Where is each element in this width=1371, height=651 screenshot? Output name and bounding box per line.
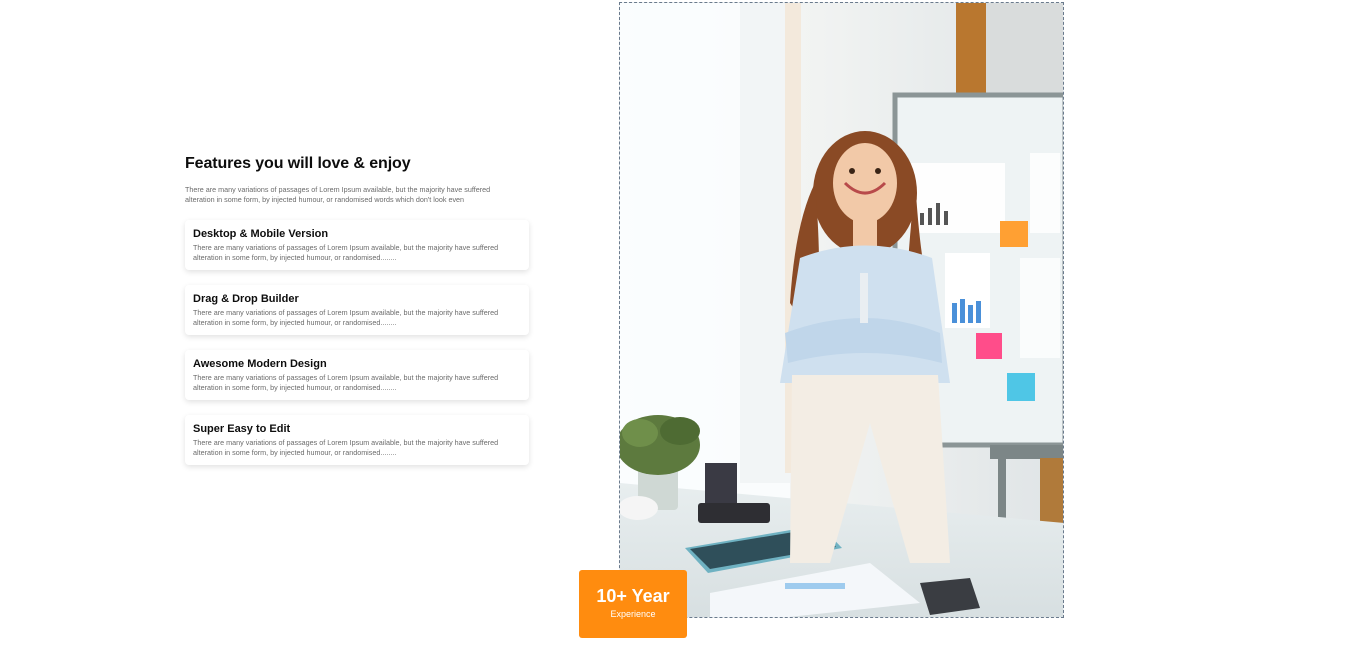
photo-illustration bbox=[620, 3, 1063, 617]
feature-card-title: Awesome Modern Design bbox=[193, 358, 327, 370]
office-woman-photo bbox=[619, 2, 1064, 618]
feature-card-desc: There are many variations of passages of… bbox=[193, 243, 499, 262]
experience-value: 10+ Year bbox=[596, 586, 670, 606]
features-heading: Features you will love & enjoy bbox=[185, 155, 411, 172]
feature-card-title: Drag & Drop Builder bbox=[193, 293, 299, 305]
feature-card-title: Desktop & Mobile Version bbox=[193, 228, 329, 240]
feature-card-drag-drop: Drag & Drop Builder There are many varia… bbox=[185, 285, 529, 335]
experience-label: Experience bbox=[610, 609, 656, 619]
feature-card-easy-edit: Super Easy to Edit There are many variat… bbox=[185, 415, 529, 465]
feature-card-desc: There are many variations of passages of… bbox=[193, 373, 499, 392]
feature-card-modern-design: Awesome Modern Design There are many var… bbox=[185, 350, 529, 400]
feature-card-desktop-mobile: Desktop & Mobile Version There are many … bbox=[185, 220, 529, 270]
features-intro: There are many variations of passages of… bbox=[185, 185, 491, 204]
feature-card-title: Super Easy to Edit bbox=[193, 423, 291, 435]
feature-card-desc: There are many variations of passages of… bbox=[193, 438, 499, 457]
feature-card-desc: There are many variations of passages of… bbox=[193, 308, 499, 327]
experience-badge: 10+ Year Experience bbox=[579, 570, 687, 638]
